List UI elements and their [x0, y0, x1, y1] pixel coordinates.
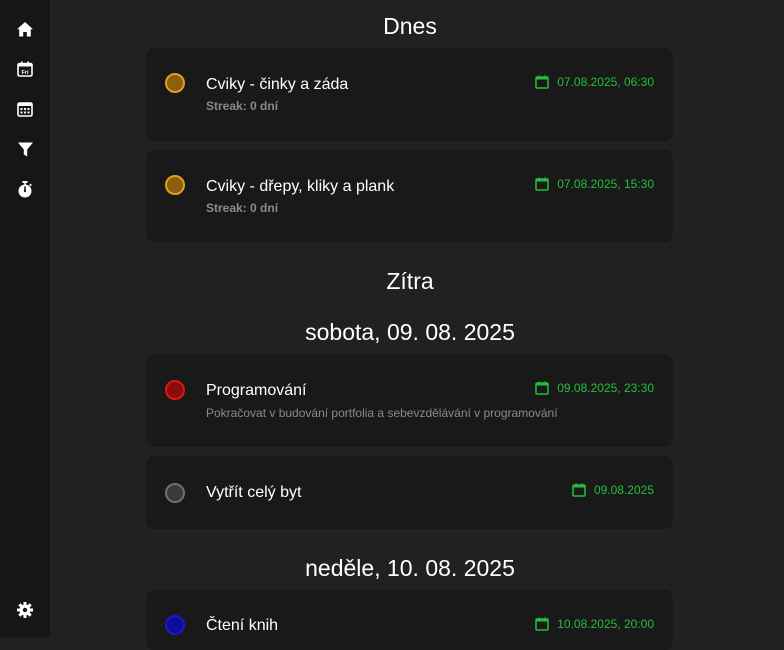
calendar-fri-icon[interactable]: Fri: [13, 57, 37, 81]
task-date-text: 07.08.2025, 15:30: [557, 177, 654, 191]
calendar-icon: [572, 483, 586, 497]
gear-icon[interactable]: [13, 598, 37, 622]
task-date: 10.08.2025, 20:00: [535, 616, 654, 632]
task-status-circle[interactable]: [165, 380, 185, 400]
task-date-text: 10.08.2025, 20:00: [557, 617, 654, 631]
main-content: Dnes Cviky - činky a záda Streak: 0 dní …: [50, 0, 784, 650]
calendar-icon: [535, 617, 549, 631]
task-title: Vytřít celý byt: [206, 484, 302, 501]
task-card[interactable]: Vytřít celý byt 09.08.2025: [146, 456, 673, 529]
home-icon[interactable]: [13, 17, 37, 41]
calendar-grid-icon[interactable]: [13, 97, 37, 121]
task-description: Pokračovat v budování portfolia a sebevz…: [206, 406, 558, 420]
task-date: 07.08.2025, 06:30: [535, 74, 654, 90]
task-date: 07.08.2025, 15:30: [535, 176, 654, 192]
task-title: Cviky - dřepy, kliky a plank: [206, 178, 395, 195]
task-streak: Streak: 0 dní: [206, 99, 279, 113]
calendar-icon: [535, 381, 549, 395]
stopwatch-icon[interactable]: [13, 177, 37, 201]
task-status-circle[interactable]: [165, 73, 185, 93]
task-card[interactable]: Cviky - činky a záda Streak: 0 dní 07.08…: [146, 48, 673, 141]
task-card[interactable]: Čtení knih 10.08.2025, 20:00: [146, 590, 673, 650]
task-title: Cviky - činky a záda: [206, 76, 349, 93]
task-status-circle[interactable]: [165, 175, 185, 195]
calendar-icon: [535, 75, 549, 89]
task-title: Čtení knih: [206, 617, 279, 634]
task-title: Programování: [206, 382, 307, 399]
section-heading-saturday: sobota, 09. 08. 2025: [305, 319, 515, 345]
sidebar: Fri: [0, 0, 50, 637]
filter-icon[interactable]: [13, 137, 37, 161]
task-status-circle[interactable]: [165, 615, 185, 635]
section-heading-today: Dnes: [383, 13, 437, 39]
task-card[interactable]: Cviky - dřepy, kliky a plank Streak: 0 d…: [146, 150, 673, 242]
calendar-icon: [535, 177, 549, 191]
svg-text:Fri: Fri: [21, 70, 29, 76]
section-heading-tomorrow: Zítra: [386, 268, 434, 294]
task-date: 09.08.2025, 23:30: [535, 380, 654, 396]
task-streak: Streak: 0 dní: [206, 201, 279, 215]
task-date-text: 09.08.2025: [593, 483, 654, 497]
task-date: 09.08.2025: [572, 482, 654, 498]
section-heading-sunday: neděle, 10. 08. 2025: [305, 555, 515, 581]
task-date-text: 07.08.2025, 06:30: [557, 75, 654, 89]
task-status-circle[interactable]: [165, 483, 185, 503]
task-date-text: 09.08.2025, 23:30: [557, 381, 654, 395]
task-card[interactable]: Programování Pokračovat v budování portf…: [146, 354, 673, 447]
